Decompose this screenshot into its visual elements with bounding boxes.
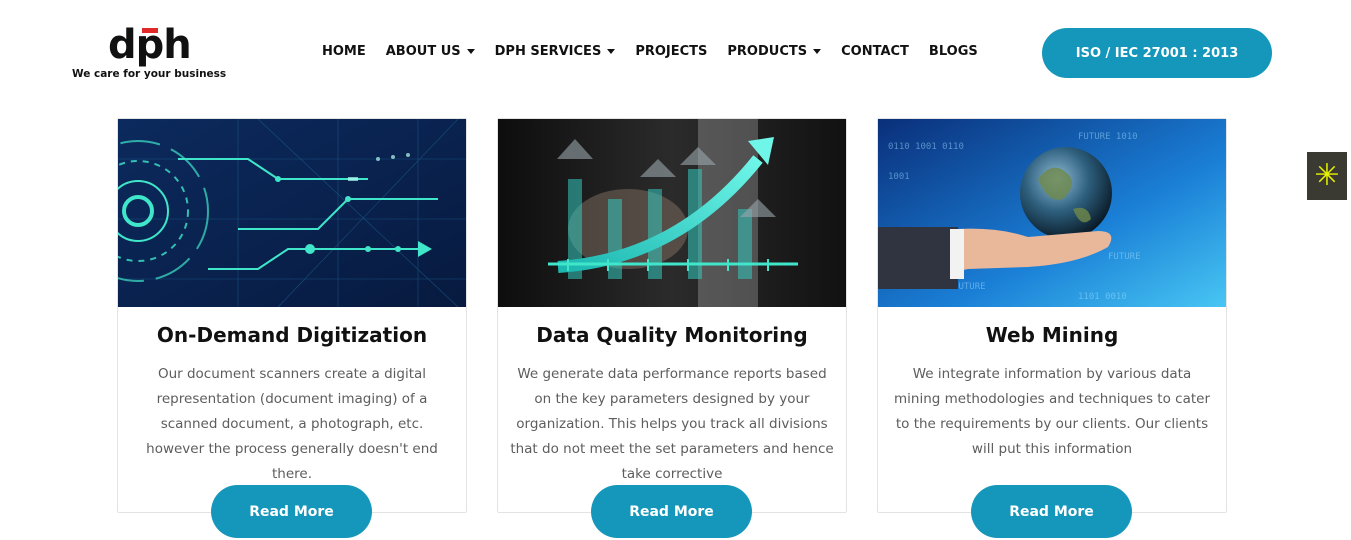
main-nav: HOME ABOUT US DPH SERVICES PROJECTS PROD… xyxy=(322,44,998,59)
read-more-button[interactable]: Read More xyxy=(971,485,1132,538)
svg-text:0110 1001 0110: 0110 1001 0110 xyxy=(888,142,964,152)
service-card-web-mining: 0110 1001 0110FUTURE 1010 FUTURE 0101 FU… xyxy=(877,118,1227,538)
logo-mark: dph xyxy=(108,22,192,68)
growth-chart-image xyxy=(498,119,846,307)
card-title: On-Demand Digitization xyxy=(156,323,428,347)
svg-text:1101 0010: 1101 0010 xyxy=(1078,292,1127,302)
read-more-button[interactable]: Read More xyxy=(211,485,372,538)
side-widget[interactable]: ✳ xyxy=(1307,152,1347,200)
chevron-down-icon xyxy=(607,49,616,54)
read-more-button[interactable]: Read More xyxy=(591,485,752,538)
nav-contact[interactable]: CONTACT xyxy=(841,44,909,59)
card-description: We generate data performance reports bas… xyxy=(510,366,834,482)
svg-text:FUTURE 1010: FUTURE 1010 xyxy=(1078,132,1138,142)
nav-home[interactable]: HOME xyxy=(322,44,366,59)
globe-in-hand-image: 0110 1001 0110FUTURE 1010 FUTURE 0101 FU… xyxy=(878,119,1226,307)
chevron-down-icon xyxy=(813,49,822,54)
nav-products[interactable]: PRODUCTS xyxy=(727,44,822,59)
nav-projects[interactable]: PROJECTS xyxy=(635,44,707,59)
service-card-data-quality: Data Quality Monitoring We generate data… xyxy=(497,118,847,538)
nav-about-us[interactable]: ABOUT US xyxy=(386,44,475,59)
chevron-down-icon xyxy=(466,49,475,54)
site-header: dph We care for your business HOME ABOUT… xyxy=(0,0,1351,105)
card-description: We integrate information by various data… xyxy=(894,366,1210,457)
nav-dph-services[interactable]: DPH SERVICES xyxy=(495,44,616,59)
service-card-digitization: On-Demand Digitization Our document scan… xyxy=(117,118,467,538)
svg-text:1001: 1001 xyxy=(888,172,910,182)
logo[interactable]: dph We care for your business xyxy=(72,22,232,82)
svg-text:FUTURE: FUTURE xyxy=(1108,252,1141,262)
asterisk-sunburst-icon: ✳ xyxy=(1314,158,1340,193)
card-description: Our document scanners create a digital r… xyxy=(146,366,438,482)
card-title: Data Quality Monitoring xyxy=(536,323,808,347)
nav-blogs[interactable]: BLOGS xyxy=(929,44,978,59)
card-title: Web Mining xyxy=(985,323,1119,347)
logo-tagline: We care for your business xyxy=(72,68,227,80)
circuit-technology-image xyxy=(118,119,466,307)
iso-certification-button[interactable]: ISO / IEC 27001 : 2013 xyxy=(1042,28,1272,78)
